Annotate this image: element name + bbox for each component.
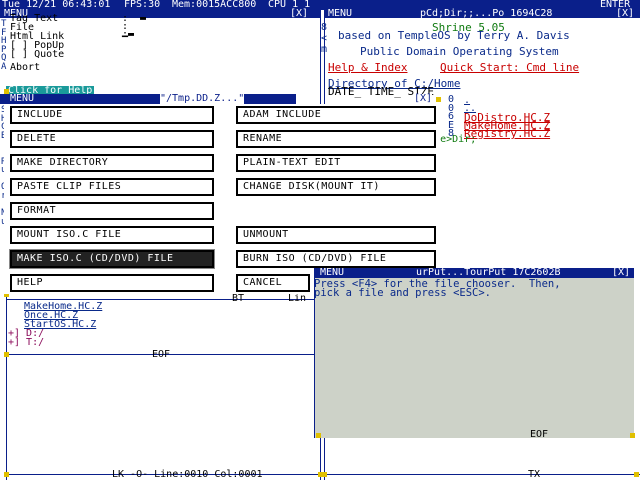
dialog-close-button[interactable]: [X] [414, 94, 433, 104]
right-window-titlebar[interactable]: MENU pCd;Dir;;...Po 1694C28 [X] [324, 8, 640, 19]
left-tick-marks: : ▬ : :▬ ▔ [122, 13, 147, 48]
right-close-button[interactable]: [X] [616, 9, 634, 19]
plain-text-edit-button[interactable]: PLAIN-TEXT EDIT [236, 154, 436, 172]
make-iso-button[interactable]: MAKE ISO.C (CD/DVD) FILE [9, 249, 215, 269]
right-path-title: pCd;Dir;;...Po 1694C28 [420, 8, 553, 19]
abort-item[interactable]: Abort [10, 63, 40, 73]
paste-clip-files-button[interactable]: PASTE CLIP FILES [10, 178, 214, 196]
resize-handle[interactable] [316, 433, 321, 438]
rename-button[interactable]: RENAME [236, 130, 436, 148]
popup-line-2: pick a file and press <ESC>. [314, 287, 492, 299]
right-menu-label[interactable]: MENU [328, 9, 352, 19]
change-disk-button[interactable]: CHANGE DISK(MOUNT IT) [236, 178, 436, 196]
ln-label: Lin [288, 293, 307, 304]
popup-border [314, 268, 315, 438]
left-eof: EOF [152, 349, 171, 360]
popup-eof: EOF [530, 429, 549, 440]
resize-handle[interactable] [4, 472, 9, 477]
resize-handle[interactable] [630, 433, 635, 438]
subtitle: based on TempleOS by Terry A. Davis [338, 29, 570, 42]
format-button[interactable]: FORMAT [10, 202, 214, 220]
dialog-titlebar[interactable]: MENU "/Tmp.DD.Z..." [0, 94, 296, 104]
drive-t-item[interactable]: +] T:/ [8, 338, 44, 348]
pdos-text: Public Domain Operating System [360, 45, 559, 58]
help-button[interactable]: HELP [10, 274, 214, 292]
include-button[interactable]: INCLUDE [10, 106, 214, 124]
popup-titlebar[interactable]: MENU urPut...TourPut 17C2602B [X] [314, 268, 634, 278]
file-manager-dialog: INCLUDE DELETE MAKE DIRECTORY PASTE CLIP… [4, 104, 440, 294]
status-line: LK -O- Line:0010 Col:0001 [112, 469, 263, 480]
dir-entry-registry[interactable]: Registry.HC.Z [464, 128, 550, 139]
help-index-link[interactable]: Help & Index [328, 62, 407, 73]
popup-menu-label[interactable]: MENU [320, 268, 344, 278]
quote-checkbox[interactable]: [ ] Quote [10, 50, 64, 60]
dialog-path: "/Tmp.DD.Z..." [160, 93, 245, 104]
quick-start-link[interactable]: Quick Start: Cmd line [440, 62, 579, 73]
delete-button[interactable]: DELETE [10, 130, 214, 148]
bt-label: BT [232, 293, 245, 304]
left-close-button[interactable]: [X] [290, 9, 308, 19]
dir-sizes: 0 0 6 E 8 [448, 95, 454, 139]
mount-iso-button[interactable]: MOUNT ISO.C FILE [10, 226, 214, 244]
tx-label: TX [528, 469, 541, 480]
right-side-letters: 8 < m [321, 22, 328, 55]
burn-iso-button[interactable]: BURN ISO (CD/DVD) FILE [236, 250, 436, 268]
resize-handle[interactable] [322, 472, 327, 477]
left-window-border [6, 295, 7, 480]
popup-subtitle: urPut...TourPut 17C2602B [416, 267, 561, 278]
file-chooser-popup: MENU urPut...TourPut 17C2602B [X] Press … [314, 268, 634, 440]
cancel-button[interactable]: CANCEL [236, 274, 310, 292]
unmount-button[interactable]: UNMOUNT [236, 226, 436, 244]
resize-handle[interactable] [436, 97, 441, 102]
resize-handle[interactable] [4, 352, 9, 357]
popup-close-button[interactable]: [X] [612, 268, 630, 278]
dialog-menu-label[interactable]: MENU [10, 94, 34, 104]
adam-include-button[interactable]: ADAM INCLUDE [236, 106, 436, 124]
make-directory-button[interactable]: MAKE DIRECTORY [10, 154, 214, 172]
left-window-rule [6, 299, 320, 300]
resize-handle[interactable] [634, 472, 639, 477]
